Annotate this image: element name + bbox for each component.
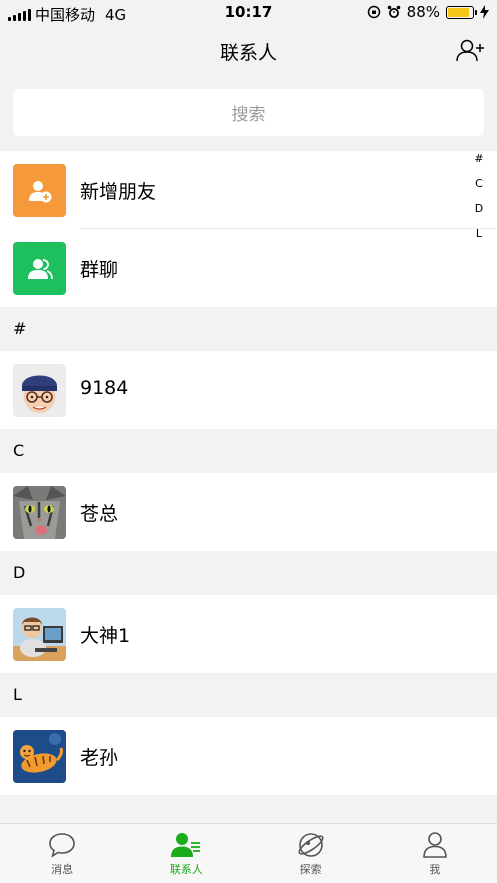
section-header: L <box>0 673 497 717</box>
cartoon-man-avatar <box>13 364 66 417</box>
contact-row[interactable]: 老孙 <box>0 717 497 795</box>
index-letter[interactable]: C <box>475 177 483 202</box>
tab-label: 我 <box>429 863 441 876</box>
tab-contacts[interactable]: 联系人 <box>124 824 248 883</box>
new-friends-label: 新增朋友 <box>80 181 157 203</box>
alarm-icon <box>387 5 400 18</box>
planet-icon <box>298 833 324 857</box>
status-right: 88% <box>367 3 489 21</box>
group-chat-label: 群聊 <box>80 259 119 281</box>
section-letter: L <box>13 685 22 704</box>
add-contact-icon <box>456 39 484 62</box>
search-placeholder: 搜索 <box>231 105 266 125</box>
chat-bubble-icon <box>49 833 75 858</box>
section-header: D <box>0 551 497 595</box>
contact-name: 9184 <box>80 377 129 399</box>
tab-explore[interactable]: 探索 <box>249 824 373 883</box>
rotation-lock-icon <box>367 5 380 19</box>
alphabet-index-bar[interactable]: # C D L <box>472 152 486 252</box>
section-letter: D <box>13 563 26 582</box>
programmer-avatar <box>13 608 66 661</box>
index-letter[interactable]: L <box>476 227 482 252</box>
group-chat-item[interactable]: 群聊 <box>0 229 497 307</box>
contact-row[interactable]: 大神1 <box>0 595 497 673</box>
battery-percent: 88% <box>406 3 440 21</box>
new-friend-icon <box>13 164 66 217</box>
contact-name: 苍总 <box>80 503 119 525</box>
person-icon <box>423 832 447 858</box>
battery-icon <box>446 5 477 19</box>
search-input[interactable]: 搜索 <box>13 89 484 136</box>
tab-label: 联系人 <box>169 863 203 876</box>
tab-label: 探索 <box>299 863 322 876</box>
charging-bolt-icon <box>480 5 489 19</box>
add-contact-button[interactable] <box>455 36 485 66</box>
new-friends-item[interactable]: 新增朋友 <box>0 151 497 229</box>
contact-row[interactable]: 9184 <box>0 351 497 429</box>
cat-avatar <box>13 486 66 539</box>
section-header: # <box>0 307 497 351</box>
contact-list: 新增朋友 群聊 # 9184 C 苍总 D 大神1 L 老孙 <box>0 151 497 795</box>
contact-row[interactable]: 苍总 <box>0 473 497 551</box>
tab-messages[interactable]: 消息 <box>0 824 124 883</box>
contact-name: 老孙 <box>80 747 119 769</box>
contacts-icon <box>171 833 201 857</box>
index-letter[interactable]: # <box>474 152 483 177</box>
page-title: 联系人 <box>219 42 277 64</box>
section-letter: # <box>13 319 27 338</box>
tiger-avatar <box>13 730 66 783</box>
section-header: C <box>0 429 497 473</box>
tab-bar: 消息 联系人 探索 我 <box>0 823 497 883</box>
tab-me[interactable]: 我 <box>373 824 497 883</box>
group-chat-icon <box>13 242 66 295</box>
section-letter: C <box>13 441 25 460</box>
index-letter[interactable]: D <box>475 202 483 227</box>
contact-name: 大神1 <box>80 625 131 647</box>
nav-bar: 联系人 <box>0 26 497 76</box>
tab-label: 消息 <box>51 863 74 876</box>
status-bar: 中国移动 4G 10:17 88% <box>0 0 497 26</box>
